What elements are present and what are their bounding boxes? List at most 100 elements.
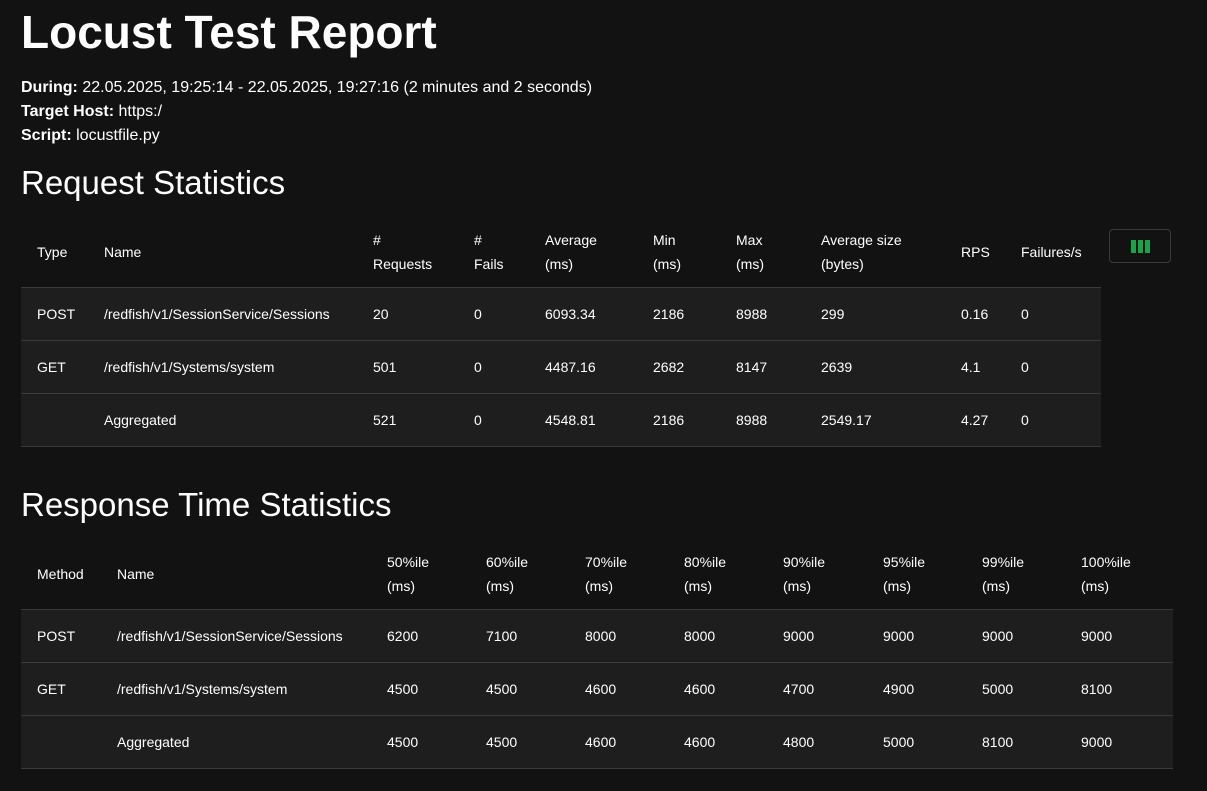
cell-p50: 6200 bbox=[387, 628, 419, 644]
cell-fails: 0 bbox=[474, 359, 482, 375]
cell-p70: 4600 bbox=[585, 681, 617, 697]
cell-max: 8147 bbox=[736, 359, 768, 375]
header-max[interactable]: Max (ms) bbox=[736, 217, 764, 287]
cell-average: 4548.81 bbox=[545, 412, 596, 428]
cell-average: 4487.16 bbox=[545, 359, 596, 375]
header-average-size[interactable]: Average size (bytes) bbox=[821, 217, 902, 287]
script-label: Script: bbox=[21, 127, 72, 144]
cell-rps: 4.27 bbox=[961, 412, 989, 428]
cell-p60: 4500 bbox=[486, 681, 518, 697]
cell-p60: 4500 bbox=[486, 734, 518, 750]
header-p100[interactable]: 100%ile (ms) bbox=[1081, 539, 1131, 609]
report-title: Locust Test Report bbox=[21, 6, 437, 58]
cell-name: Aggregated bbox=[104, 412, 177, 428]
request-statistics-header: Type Name # Requests # Fails Average (ms) M… bbox=[21, 217, 1101, 288]
cell-rps: 0.16 bbox=[961, 306, 989, 322]
header-p70[interactable]: 70%ile (ms) bbox=[585, 539, 627, 609]
table-row: GET /redfish/v1/Systems/system 501 0 448… bbox=[21, 341, 1101, 394]
cell-p50: 4500 bbox=[387, 734, 419, 750]
cell-p90: 4800 bbox=[783, 734, 815, 750]
header-p90[interactable]: 90%ile (ms) bbox=[783, 539, 825, 609]
request-statistics-title: Request Statistics bbox=[21, 164, 286, 201]
response-time-statistics-table: Method Name 50%ile (ms) 60%ile (ms) 70%ile… bbox=[21, 539, 1173, 769]
cell-p95: 5000 bbox=[883, 734, 915, 750]
cell-p99: 9000 bbox=[982, 628, 1014, 644]
cell-p95: 4900 bbox=[883, 681, 915, 697]
header-p99[interactable]: 99%ile (ms) bbox=[982, 539, 1024, 609]
cell-p100: 8100 bbox=[1081, 681, 1113, 697]
table-row-aggregated: Aggregated 4500 4500 4600 4600 4800 5000… bbox=[21, 716, 1173, 769]
cell-name: Aggregated bbox=[117, 734, 190, 750]
header-p50[interactable]: 50%ile (ms) bbox=[387, 539, 429, 609]
target-host-row: Target Host: https:/ bbox=[21, 100, 592, 124]
cell-p90: 9000 bbox=[783, 628, 815, 644]
cell-p70: 4600 bbox=[585, 734, 617, 750]
cell-requests: 20 bbox=[373, 306, 389, 322]
cell-name: /redfish/v1/Systems/system bbox=[117, 681, 288, 697]
header-min[interactable]: Min (ms) bbox=[653, 217, 681, 287]
report-page: Locust Test Report During: 22.05.2025, 1… bbox=[0, 0, 1207, 791]
response-time-header: Method Name 50%ile (ms) 60%ile (ms) 70%ile… bbox=[21, 539, 1173, 610]
cell-p95: 9000 bbox=[883, 628, 915, 644]
cell-name: /redfish/v1/SessionService/Sessions bbox=[117, 628, 343, 644]
cell-type: GET bbox=[37, 359, 66, 375]
cell-p99: 5000 bbox=[982, 681, 1014, 697]
header-method[interactable]: Method bbox=[37, 539, 84, 609]
cell-p100: 9000 bbox=[1081, 628, 1113, 644]
request-statistics-table: Type Name # Requests # Fails Average (ms) M… bbox=[21, 217, 1101, 447]
header-p95[interactable]: 95%ile (ms) bbox=[883, 539, 925, 609]
cell-failures-per-sec: 0 bbox=[1021, 306, 1029, 322]
response-time-statistics-title: Response Time Statistics bbox=[21, 486, 392, 523]
table-row: GET /redfish/v1/Systems/system 4500 4500… bbox=[21, 663, 1173, 716]
cell-min: 2682 bbox=[653, 359, 685, 375]
cell-p99: 8100 bbox=[982, 734, 1014, 750]
header-name[interactable]: Name bbox=[117, 539, 154, 609]
cell-average-size: 299 bbox=[821, 306, 845, 322]
cell-requests: 501 bbox=[373, 359, 397, 375]
header-fails[interactable]: # Fails bbox=[474, 217, 504, 287]
header-rps[interactable]: RPS bbox=[961, 217, 990, 287]
columns-toggle-button[interactable] bbox=[1109, 229, 1171, 263]
script-row: Script: locustfile.py bbox=[21, 124, 592, 148]
cell-requests: 521 bbox=[373, 412, 397, 428]
target-host-label: Target Host: bbox=[21, 103, 115, 120]
cell-average: 6093.34 bbox=[545, 306, 596, 322]
cell-p60: 7100 bbox=[486, 628, 518, 644]
table-row: POST /redfish/v1/SessionService/Sessions… bbox=[21, 610, 1173, 663]
cell-min: 2186 bbox=[653, 412, 685, 428]
header-p80[interactable]: 80%ile (ms) bbox=[684, 539, 726, 609]
cell-method: GET bbox=[37, 681, 66, 697]
cell-p70: 8000 bbox=[585, 628, 617, 644]
during-value: 22.05.2025, 19:25:14 - 22.05.2025, 19:27… bbox=[77, 79, 593, 96]
cell-min: 2186 bbox=[653, 306, 685, 322]
table-row-aggregated: Aggregated 521 0 4548.81 2186 8988 2549.… bbox=[21, 394, 1101, 447]
cell-rps: 4.1 bbox=[961, 359, 981, 375]
header-requests[interactable]: # Requests bbox=[373, 217, 432, 287]
header-type[interactable]: Type bbox=[37, 217, 67, 287]
cell-failures-per-sec: 0 bbox=[1021, 359, 1029, 375]
cell-failures-per-sec: 0 bbox=[1021, 412, 1029, 428]
cell-fails: 0 bbox=[474, 412, 482, 428]
cell-name: /redfish/v1/SessionService/Sessions bbox=[104, 306, 330, 322]
header-average[interactable]: Average (ms) bbox=[545, 217, 597, 287]
cell-p100: 9000 bbox=[1081, 734, 1113, 750]
cell-p80: 8000 bbox=[684, 628, 716, 644]
during-row: During: 22.05.2025, 19:25:14 - 22.05.202… bbox=[21, 76, 592, 100]
report-meta: During: 22.05.2025, 19:25:14 - 22.05.202… bbox=[21, 76, 592, 148]
header-name[interactable]: Name bbox=[104, 217, 141, 287]
cell-max: 8988 bbox=[736, 412, 768, 428]
cell-p80: 4600 bbox=[684, 734, 716, 750]
cell-name: /redfish/v1/Systems/system bbox=[104, 359, 275, 375]
script-value: locustfile.py bbox=[71, 127, 160, 144]
cell-p80: 4600 bbox=[684, 681, 716, 697]
header-failures-per-sec[interactable]: Failures/s bbox=[1021, 217, 1082, 287]
table-row: POST /redfish/v1/SessionService/Sessions… bbox=[21, 288, 1101, 341]
header-p60[interactable]: 60%ile (ms) bbox=[486, 539, 528, 609]
cell-type: POST bbox=[37, 306, 76, 322]
cell-max: 8988 bbox=[736, 306, 768, 322]
target-host-value: https:/ bbox=[114, 103, 163, 120]
view-columns-icon bbox=[1130, 239, 1150, 253]
cell-method: POST bbox=[37, 628, 76, 644]
cell-fails: 0 bbox=[474, 306, 482, 322]
cell-p90: 4700 bbox=[783, 681, 815, 697]
